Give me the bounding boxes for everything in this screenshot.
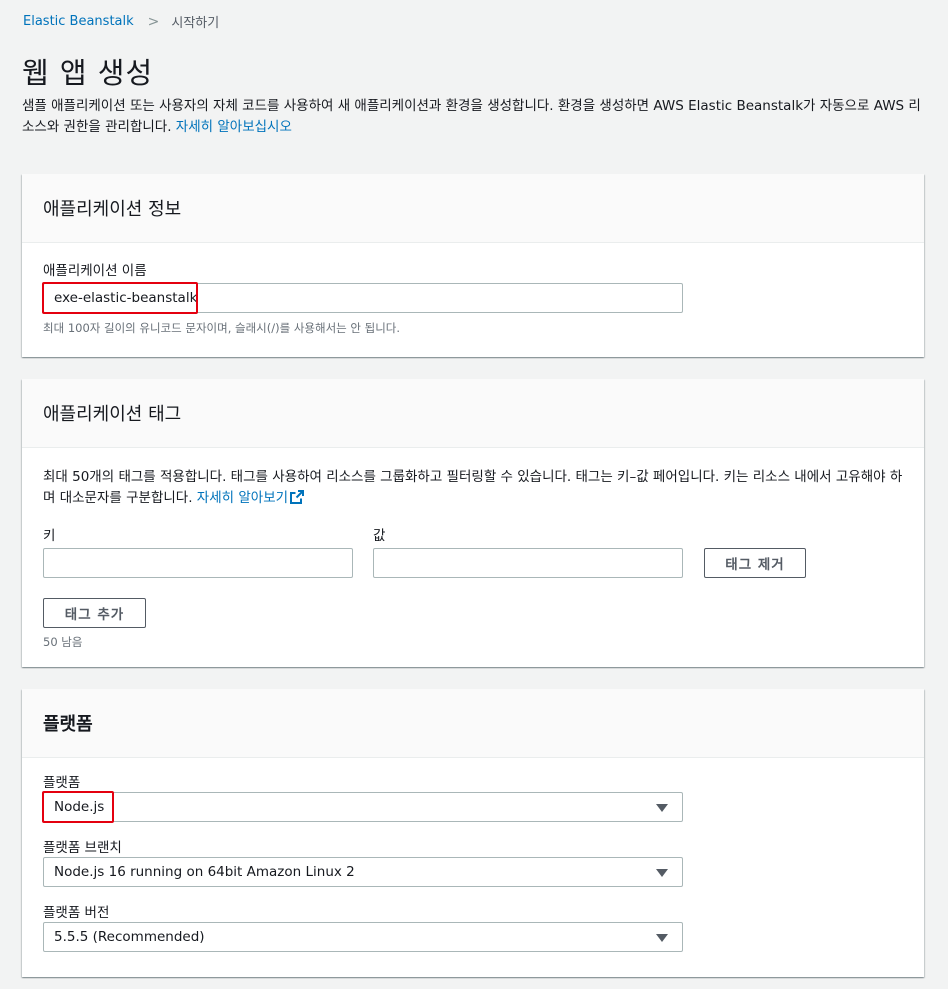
caret-down-icon bbox=[656, 804, 668, 812]
breadcrumb-elastic-beanstalk[interactable]: Elastic Beanstalk bbox=[23, 14, 134, 29]
platform-header: 플랫폼 bbox=[22, 689, 924, 758]
platform-version-select[interactable]: 5.5.5 (Recommended) bbox=[43, 922, 683, 952]
platform-panel: 플랫폼 플랫폼 Node.js 16 running on 64bit Amaz… bbox=[22, 689, 924, 977]
application-tags-header: 애플리케이션 태그 bbox=[22, 379, 924, 448]
page-description-text: 샘플 애플리케이션 또는 사용자의 자체 코드를 사용하여 새 애플리케이션과 … bbox=[22, 98, 921, 135]
application-name-highlight bbox=[42, 282, 198, 314]
platform-version-label: 플랫폼 버전 bbox=[43, 905, 110, 921]
application-info-panel: 애플리케이션 정보 애플리케이션 이름 exe-elastic-beanstal… bbox=[22, 174, 924, 357]
platform-branch-label: 플랫폼 브랜치 bbox=[43, 840, 122, 856]
page-description: 샘플 애플리케이션 또는 사용자의 자체 코드를 사용하여 새 애플리케이션과 … bbox=[22, 96, 922, 138]
breadcrumb: Elastic Beanstalk > 시작하기 bbox=[23, 12, 220, 32]
chevron-right-icon: > bbox=[147, 13, 160, 30]
platform-highlight bbox=[42, 791, 114, 823]
platform-label: 플랫폼 bbox=[43, 775, 81, 791]
learn-more-link[interactable]: 자세히 알아보십시오 bbox=[176, 119, 292, 135]
external-link-icon bbox=[290, 490, 305, 504]
application-tags-description: 최대 50개의 태그를 적용합니다. 태그를 사용하여 리소스를 그룹화하고 필… bbox=[43, 467, 903, 509]
tags-description-text: 최대 50개의 태그를 적용합니다. 태그를 사용하여 리소스를 그룹화하고 필… bbox=[43, 469, 903, 506]
platform-select[interactable]: Node.js bbox=[43, 792, 683, 822]
platform-branch-select[interactable]: Node.js 16 running on 64bit Amazon Linux… bbox=[43, 857, 683, 887]
application-info-header: 애플리케이션 정보 bbox=[22, 174, 924, 243]
platform-branch-value: Node.js 16 running on 64bit Amazon Linux… bbox=[54, 864, 355, 880]
caret-down-icon bbox=[656, 869, 668, 877]
breadcrumb-current: 시작하기 bbox=[171, 16, 220, 31]
page-title: 웹 앱 생성 bbox=[22, 56, 154, 90]
application-tags-panel: 애플리케이션 태그 최대 50개의 태그를 적용합니다. 태그를 사용하여 리소… bbox=[22, 379, 924, 667]
tag-value-input[interactable] bbox=[373, 548, 683, 578]
caret-down-icon bbox=[656, 934, 668, 942]
application-name-hint: 최대 100자 길이의 유니코드 문자이며, 슬래시(/)를 사용해서는 안 됩… bbox=[43, 321, 401, 335]
tags-learn-more-link[interactable]: 자세히 알아보기 bbox=[196, 490, 305, 506]
platform-version-value: 5.5.5 (Recommended) bbox=[54, 929, 205, 945]
tags-remaining: 50 남음 bbox=[43, 635, 83, 649]
remove-tag-button[interactable]: 태그 제거 bbox=[704, 548, 806, 578]
application-name-label: 애플리케이션 이름 bbox=[43, 263, 147, 279]
tags-learn-more-label: 자세히 알아보기 bbox=[196, 490, 289, 506]
tag-key-label: 키 bbox=[43, 528, 56, 544]
add-tag-button[interactable]: 태그 추가 bbox=[43, 598, 146, 628]
tag-key-input[interactable] bbox=[43, 548, 353, 578]
tag-value-label: 값 bbox=[373, 528, 386, 544]
